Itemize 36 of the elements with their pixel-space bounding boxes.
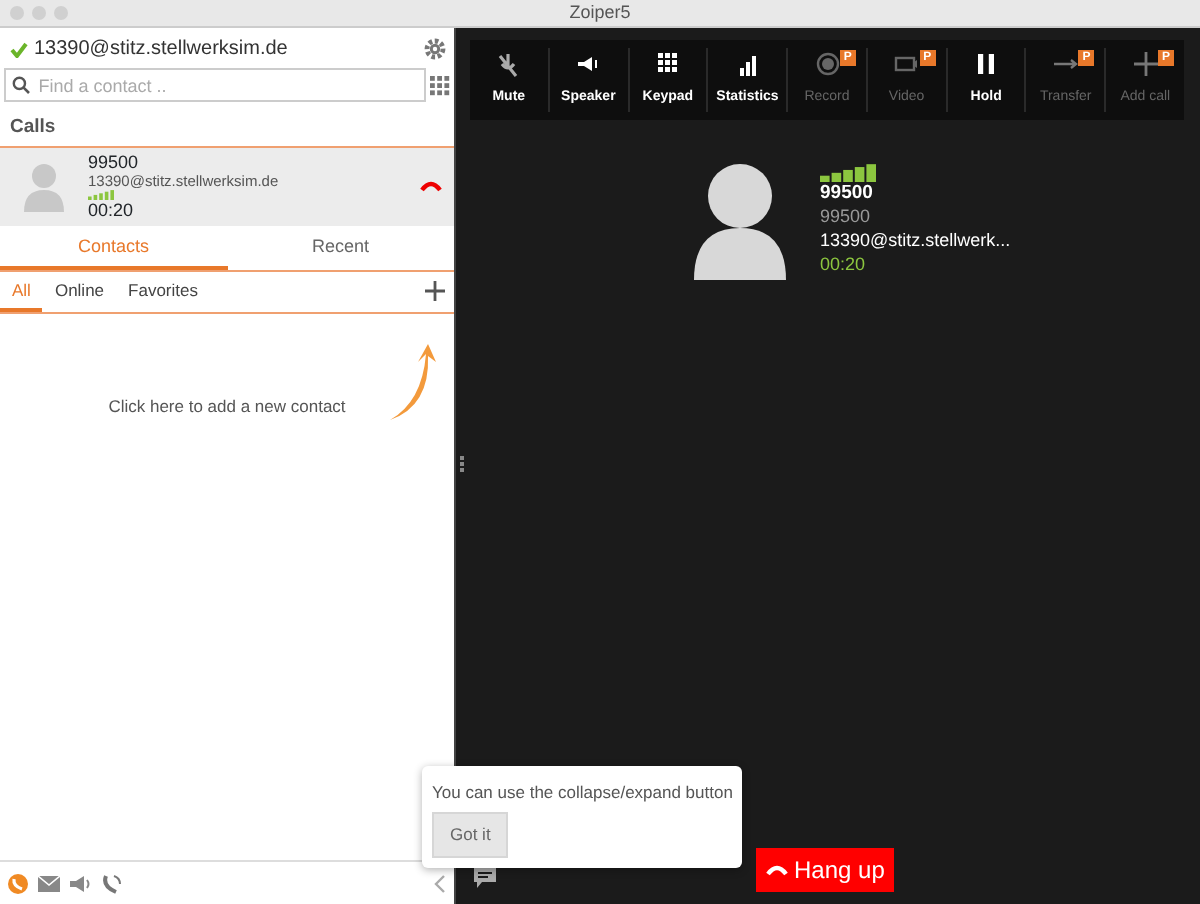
search-icon [12, 76, 31, 94]
got-it-button[interactable]: Got it [432, 812, 509, 858]
call-settings-icon[interactable] [102, 873, 122, 893]
search-field[interactable]: Find a contact .. [4, 68, 425, 102]
hang-up-icon [766, 864, 788, 876]
speaker-icon[interactable] [70, 875, 92, 891]
caller-number: 99500 [88, 152, 141, 174]
call-duration: 00:20 [820, 253, 868, 277]
record-icon [811, 49, 844, 77]
arrow-drawing [386, 341, 438, 422]
add-icon[interactable] [424, 280, 446, 303]
settings-icon[interactable] [424, 38, 446, 60]
mail-icon[interactable] [38, 875, 60, 891]
phone-icon[interactable] [8, 873, 28, 893]
hang-up-button[interactable]: Hang up [756, 848, 895, 892]
caller-number: 99500 [820, 206, 873, 230]
filter-tab[interactable]: Online [42, 272, 117, 312]
add-icon [1129, 49, 1162, 77]
section-heading: Calls [8, 114, 58, 142]
caller-name: 99500 [820, 181, 875, 207]
filter-tab[interactable]: Favorites [116, 272, 210, 312]
window-title: Zoiper5 [569, 2, 631, 22]
avatar-icon [20, 160, 68, 213]
resize-handle[interactable] [460, 456, 464, 472]
account-name: 13390@stitz.stellwerksim.de [34, 36, 290, 64]
tooltip-text: You can use the collapse/expand button [432, 781, 733, 801]
call-duration: 00:20 [88, 200, 136, 222]
collapse-icon[interactable] [434, 873, 446, 893]
dialpad-icon[interactable] [429, 75, 450, 95]
add-contact-hint[interactable]: Click here to add a new contact [0, 393, 454, 420]
chat-icon[interactable] [474, 868, 496, 888]
caller-account: 13390@stitz.stellwerk... [820, 229, 1011, 254]
tab[interactable]: Recent [227, 225, 454, 271]
signal-icon [820, 163, 878, 182]
signal-icon [88, 190, 116, 201]
hang-up-icon[interactable] [420, 180, 442, 193]
